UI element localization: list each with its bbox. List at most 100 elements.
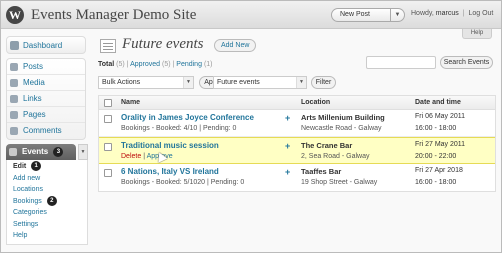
chevron-down-icon[interactable]: ▼ — [78, 144, 88, 160]
row-checkbox[interactable] — [104, 115, 112, 123]
bulk-actions-value: Bulk Actions — [102, 79, 141, 86]
site-title[interactable]: Events Manager Demo Site — [31, 7, 196, 24]
event-time: 16:00 - 18:00 — [415, 179, 457, 186]
plus-icon[interactable]: + — [285, 167, 290, 177]
calendar-icon — [9, 148, 17, 156]
edit-badge: 1 — [31, 161, 42, 171]
sidebar-item-comments[interactable]: Comments — [7, 123, 85, 139]
table-row: Orality in James Joyce Conference Bookin… — [99, 110, 495, 137]
posts-icon — [10, 63, 18, 71]
submenu-item-bookings[interactable]: Bookings 2 — [7, 195, 87, 208]
location-name: Taaffes Bar — [301, 167, 342, 176]
bulk-actions-select[interactable]: Bulk Actions ▼ — [98, 76, 194, 89]
select-all-checkbox[interactable] — [104, 99, 112, 107]
status-filters: Total (5) | Approved (5) | Pending (1) — [98, 61, 213, 68]
chevron-down-icon[interactable]: ▼ — [390, 9, 404, 21]
sidebar-item-label: Links — [23, 94, 42, 103]
sidebar-item-label: Events — [22, 147, 49, 156]
sidebar-item-links[interactable]: Links — [7, 91, 85, 107]
links-icon — [10, 95, 18, 103]
location-name: Arts Millenium Building — [301, 113, 385, 122]
separator: | — [462, 10, 465, 17]
sidebar-item-events[interactable]: Events 3 — [6, 144, 76, 160]
sidebar-item-pages[interactable]: Pages — [7, 107, 85, 123]
sidebar-item-label: Dashboard — [23, 41, 63, 50]
page-title: Future events — [122, 36, 204, 52]
events-submenu: Edit 1 Add new Locations Bookings 2 Cate… — [6, 160, 88, 245]
submenu-item-label: Edit — [13, 163, 27, 170]
event-time: 16:00 - 18:00 — [415, 125, 457, 132]
sidebar-item-dashboard[interactable]: Dashboard — [6, 36, 86, 54]
search-input[interactable] — [366, 56, 436, 69]
submenu-item-locations[interactable]: Locations — [7, 184, 87, 196]
table-row: 6 Nations, Italy VS Ireland Bookings - B… — [99, 164, 495, 191]
submenu-item-add-new[interactable]: Add new — [7, 173, 87, 185]
event-name-link[interactable]: 6 Nations, Italy VS Ireland — [121, 167, 219, 176]
table-header: Name Location Date and time — [99, 96, 495, 110]
wordpress-logo-icon: W — [6, 6, 24, 24]
submenu-item-label: Bookings — [13, 197, 42, 205]
media-icon — [10, 79, 18, 87]
event-date: Fri 06 May 2011 — [415, 113, 466, 120]
plus-icon[interactable]: + — [285, 113, 290, 123]
sidebar-item-label: Pages — [23, 110, 46, 119]
submenu-item-categories[interactable]: Categories — [7, 207, 87, 219]
search-events-button[interactable]: Search Events — [440, 56, 493, 69]
location-address: 2, Sea Road - Galway — [301, 153, 370, 160]
sidebar-content-group: Posts Media Links Pages Comments — [6, 58, 86, 140]
column-location-header[interactable]: Location — [301, 99, 330, 106]
delete-link[interactable]: Delete — [121, 153, 141, 160]
separator: | — [126, 61, 129, 68]
event-date: Fri 27 Apr 2018 — [415, 167, 463, 174]
admin-sidebar: Dashboard Posts Media Links Pages Commen… — [6, 36, 88, 245]
row-checkbox[interactable] — [104, 169, 112, 177]
separator: | — [172, 61, 175, 68]
events-table: Name Location Date and time Orality in J… — [98, 95, 496, 192]
location-name: The Crane Bar — [301, 141, 353, 150]
sidebar-item-label: Comments — [23, 126, 62, 135]
event-name-link[interactable]: Orality in James Joyce Conference — [121, 113, 254, 122]
logout-link[interactable]: Log Out — [468, 10, 493, 17]
events-badge: 3 — [53, 147, 64, 157]
howdy-prefix: Howdy, — [411, 10, 434, 17]
add-new-button[interactable]: Add New — [214, 39, 257, 52]
help-tab[interactable]: Help — [462, 29, 492, 39]
bookings-badge: 2 — [46, 195, 57, 206]
events-menu: Events 3 ▼ Edit 1 Add new Locations Book… — [6, 144, 88, 245]
chevron-down-icon: ▼ — [183, 77, 193, 88]
username-link[interactable]: marcus — [436, 10, 459, 17]
sidebar-item-media[interactable]: Media — [7, 75, 85, 91]
new-post-dropdown[interactable]: New Post ▼ — [331, 8, 405, 22]
submenu-item-settings[interactable]: Settings — [7, 219, 87, 231]
event-scope-select[interactable]: Future events ▼ — [213, 76, 307, 89]
filter-pending-count: (1) — [203, 61, 213, 68]
user-greeting: Howdy, marcus | Log Out — [411, 10, 493, 17]
separator: | — [143, 153, 146, 160]
filter-approved-count: (5) — [161, 61, 171, 68]
filter-button[interactable]: Filter — [311, 76, 336, 89]
row-checkbox[interactable] — [104, 143, 112, 151]
event-booking-info[interactable]: Bookings - Booked: 4/10 | Pending: 0 — [121, 125, 236, 132]
event-scope-value: Future events — [217, 79, 260, 86]
events-page-icon — [100, 39, 116, 53]
filter-pending[interactable]: Pending — [176, 61, 202, 68]
submenu-item-edit[interactable]: Edit 1 — [7, 161, 87, 173]
filter-total-count: (5) — [116, 61, 125, 68]
column-name-header[interactable]: Name — [121, 99, 140, 106]
admin-header: W Events Manager Demo Site New Post ▼ Ho… — [1, 1, 501, 29]
chevron-down-icon: ▼ — [296, 77, 306, 88]
sidebar-item-posts[interactable]: Posts — [7, 59, 85, 75]
filter-total[interactable]: Total — [98, 61, 114, 68]
pages-icon — [10, 111, 18, 119]
dashboard-icon — [10, 41, 19, 50]
column-datetime-header[interactable]: Date and time — [415, 99, 461, 106]
submenu-item-help[interactable]: Help — [7, 230, 87, 242]
plus-icon[interactable]: + — [285, 141, 290, 151]
sidebar-item-label: Media — [23, 78, 45, 87]
event-date: Fri 27 May 2011 — [415, 141, 466, 148]
filter-approved[interactable]: Approved — [130, 61, 160, 68]
table-row: Traditional music session Delete | Appro… — [99, 137, 495, 164]
event-booking-info[interactable]: Bookings - Booked: 5/1020 | Pending: 0 — [121, 179, 244, 186]
event-time: 20:00 - 22:00 — [415, 153, 457, 160]
event-name-link[interactable]: Traditional music session — [121, 141, 219, 150]
